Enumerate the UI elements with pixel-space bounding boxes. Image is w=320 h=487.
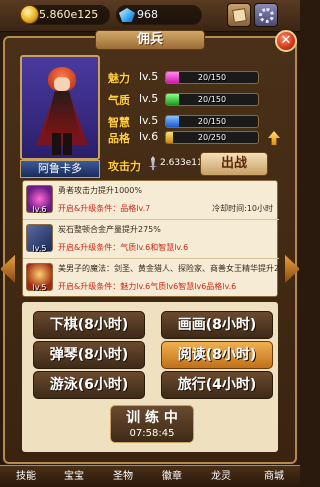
stat-character: 品格 lv.6 20/250 xyxy=(108,130,268,146)
battle-button[interactable]: 出战 xyxy=(200,152,268,176)
stat-charm: 魅力 lv.5 20/150 xyxy=(108,70,268,86)
stat-wisdom: 智慧 lv.5 20/150 xyxy=(108,114,268,130)
skill-requirement: 开启&升级条件：品格lv.7 xyxy=(58,204,151,213)
stat-progress-text: 20/250 xyxy=(197,133,227,142)
skill-row: lv.6 勇者攻击力提升1000% 开启&升级条件：品格lv.7 冷却时间:10… xyxy=(23,181,279,220)
skill-description: 美男子的魔法：剑圣、黄金猎人、探险家、商善女王精华提升25% xyxy=(58,264,292,273)
gold-value: 5.860e125 xyxy=(39,8,99,21)
nav-badges[interactable]: 徽章 xyxy=(152,468,192,486)
stat-progress-text: 20/150 xyxy=(197,73,227,82)
gem-value: 968 xyxy=(137,8,158,21)
stat-label: 品格 xyxy=(108,132,130,145)
stat-progress-bar: 20/250 xyxy=(165,131,259,144)
gold-counter: 5.860e125 xyxy=(20,5,110,25)
skills-panel: lv.6 勇者攻击力提升1000% 开启&升级条件：品格lv.7 冷却时间:10… xyxy=(22,180,292,298)
skill-requirement: 开启&升级条件：魅力lv.6气质lv6智慧lv6品格lv.6 xyxy=(58,282,237,291)
stat-level: lv.6 xyxy=(139,130,159,143)
train-reading-button[interactable]: 阅读(8小时) xyxy=(161,341,273,369)
skill-level: lv.6 xyxy=(32,205,47,214)
legs-shape xyxy=(52,133,72,155)
gem-counter: 968 xyxy=(116,5,202,25)
stat-level: lv.5 xyxy=(139,114,159,127)
skill-level: lv.5 xyxy=(32,244,47,253)
attack-label: 攻击力 xyxy=(108,160,141,173)
stat-progress-bar: 20/150 xyxy=(165,93,259,106)
stat-temperament: 气质 lv.5 20/150 xyxy=(108,92,268,108)
nav-skills[interactable]: 技能 xyxy=(6,468,46,486)
nav-relics[interactable]: 圣物 xyxy=(103,468,143,486)
skill-cooldown: 冷却时间:10小时 xyxy=(212,204,273,213)
bottom-nav: 技能 宝宝 圣物 徽章 龙灵 商城 xyxy=(0,465,300,487)
body-shape xyxy=(44,91,80,135)
training-label: 训 练 中 xyxy=(126,410,178,426)
stat-label: 气质 xyxy=(108,94,130,107)
nav-dragon-spirit[interactable]: 龙灵 xyxy=(201,468,241,486)
panel-title: 佣兵 xyxy=(136,32,163,47)
close-button[interactable]: ✕ xyxy=(275,30,297,52)
stat-progress-text: 20/150 xyxy=(197,117,227,126)
train-painting-button[interactable]: 画画(8小时) xyxy=(161,311,273,339)
face-shape xyxy=(54,77,70,91)
gem-icon xyxy=(119,8,135,22)
nav-baby[interactable]: 宝宝 xyxy=(54,468,94,486)
skill-description: 勇者攻击力提升1000% xyxy=(58,186,142,195)
settings-button[interactable] xyxy=(254,3,278,27)
stat-level: lv.5 xyxy=(139,92,159,105)
skill-row: lv.5 炭石整顿合金产量提升275% 开启&升级条件：气质lv.6和智慧lv.… xyxy=(23,220,279,259)
stat-progress-text: 20/150 xyxy=(197,95,227,104)
gear-icon xyxy=(259,8,274,23)
stat-progress-bar: 20/150 xyxy=(165,71,259,84)
nav-shop[interactable]: 商城 xyxy=(252,468,296,486)
top-bar: 5.860e125 968 xyxy=(0,0,300,32)
training-timer: 07:58:45 xyxy=(129,428,175,439)
train-chess-button[interactable]: 下棋(8小时) xyxy=(33,311,145,339)
skill-level: lv.5 xyxy=(32,283,47,292)
stat-label: 智慧 xyxy=(108,116,130,129)
stat-label: 魅力 xyxy=(108,72,130,85)
stat-progress-bar: 20/150 xyxy=(165,115,259,128)
scroll-icon xyxy=(232,8,247,23)
hero-name: 阿鲁卡多 xyxy=(20,160,100,178)
scroll-map-button[interactable] xyxy=(227,3,251,27)
train-travel-button[interactable]: 旅行(4小时) xyxy=(161,371,273,399)
skill-row: lv.5 美男子的魔法：剑圣、黄金猎人、探险家、商善女王精华提升25% 开启&升… xyxy=(23,259,292,298)
train-swimming-button[interactable]: 游泳(6小时) xyxy=(33,371,145,399)
stat-level: lv.5 xyxy=(139,70,159,83)
train-piano-button[interactable]: 弹琴(8小时) xyxy=(33,341,145,369)
skill-requirement: 开启&升级条件：气质lv.6和智慧lv.6 xyxy=(58,243,189,252)
training-status: 训 练 中 07:58:45 xyxy=(110,405,194,443)
hero-portrait[interactable] xyxy=(20,55,100,160)
gold-coin-icon xyxy=(20,5,39,24)
skill-description: 炭石整顿合金产量提升275% xyxy=(58,225,161,234)
